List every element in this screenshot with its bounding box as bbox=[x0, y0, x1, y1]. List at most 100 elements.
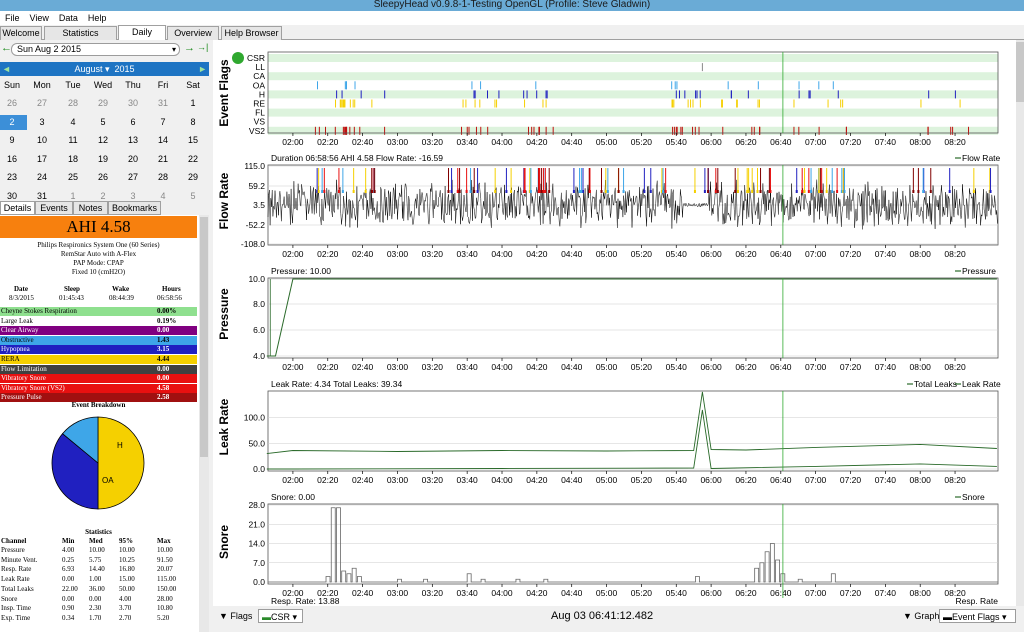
x-tick-label: 02:40 bbox=[352, 475, 374, 485]
calendar-day[interactable]: 5 bbox=[88, 115, 118, 130]
x-tick-label: 04:40 bbox=[561, 588, 583, 598]
calendar-day[interactable]: 26 bbox=[0, 96, 27, 111]
graph-scrollbar[interactable] bbox=[1016, 40, 1024, 606]
x-tick-label: 04:20 bbox=[526, 249, 548, 259]
event-row: Clear Airway 0.00 bbox=[0, 326, 197, 336]
x-tick-label: 02:20 bbox=[317, 362, 339, 372]
tab-statistics[interactable]: Statistics bbox=[44, 26, 117, 40]
calendar-day[interactable]: 7 bbox=[148, 115, 178, 130]
calendar-day[interactable]: 17 bbox=[27, 152, 57, 167]
dropdown-icon[interactable]: ▾ bbox=[172, 44, 176, 55]
menu-help[interactable]: Help bbox=[83, 11, 112, 25]
calendar-day[interactable]: 20 bbox=[118, 152, 148, 167]
calendar-day[interactable]: 15 bbox=[178, 133, 208, 148]
date-value: Sun Aug 2 2015 bbox=[17, 44, 82, 54]
calendar-day[interactable]: 4 bbox=[58, 115, 88, 130]
calendar-day[interactable]: 1 bbox=[178, 96, 208, 111]
leak-graph[interactable]: Leak Rate Leak Rate: 4.34 Total Leaks: 39… bbox=[213, 379, 1016, 489]
calendar-day[interactable]: 27 bbox=[118, 170, 148, 185]
graphs-toggle[interactable]: ▼ Graphs bbox=[903, 609, 944, 623]
tab-help-browser[interactable]: Help Browser bbox=[221, 26, 282, 40]
menu-data[interactable]: Data bbox=[54, 11, 83, 25]
calendar-day[interactable]: 31 bbox=[148, 96, 178, 111]
calendar-day[interactable]: 14 bbox=[148, 133, 178, 148]
calendar-day[interactable]: 16 bbox=[0, 152, 27, 167]
month-select[interactable]: August bbox=[74, 64, 102, 74]
tab-overview[interactable]: Overview bbox=[167, 26, 219, 40]
calendar-day[interactable]: 6 bbox=[118, 115, 148, 130]
next-month-icon[interactable]: ► bbox=[198, 62, 207, 76]
calendar-header: ◄ August ▾ 2015 ► bbox=[0, 62, 209, 76]
flow-graph[interactable]: Flow Rate Duration 06:58:56 AHI 4.58 Flow… bbox=[213, 153, 1016, 263]
calendar-day[interactable]: 13 bbox=[118, 133, 148, 148]
event-name: Hypopnea bbox=[1, 345, 30, 354]
stats-cell: 0.25 bbox=[62, 555, 75, 564]
calendar-day[interactable]: 26 bbox=[88, 170, 118, 185]
csr-select[interactable]: ▬CSR ▾ bbox=[258, 609, 303, 623]
flags-toggle[interactable]: ▼ Flags bbox=[219, 609, 252, 623]
pressure-graph[interactable]: Pressure Pressure: 10.00 Pressure 10.0 8.0 6.… bbox=[213, 266, 1016, 376]
weekday-fri: Fri bbox=[157, 80, 169, 90]
subtab-bookmarks[interactable]: Bookmarks bbox=[108, 201, 161, 215]
prev-month-icon[interactable]: ◄ bbox=[2, 62, 11, 76]
flow-event-marker-head bbox=[323, 190, 326, 193]
calendar-day[interactable]: 9 bbox=[0, 133, 27, 148]
year-value[interactable]: 2015 bbox=[115, 64, 135, 74]
x-tick-label: 06:00 bbox=[700, 137, 722, 147]
calendar-day[interactable]: 12 bbox=[88, 133, 118, 148]
flow-event-marker-head bbox=[469, 190, 472, 193]
flag-row-band bbox=[268, 72, 998, 81]
calendar-day[interactable]: 22 bbox=[178, 152, 208, 167]
calendar-day[interactable]: 21 bbox=[148, 152, 178, 167]
flow-event-marker-head bbox=[801, 190, 804, 193]
tab-daily[interactable]: Daily bbox=[118, 25, 166, 41]
scrollbar-thumb[interactable] bbox=[200, 217, 208, 457]
calendar-day[interactable]: 3 bbox=[27, 115, 57, 130]
calendar-day[interactable]: 2 bbox=[0, 114, 27, 130]
calendar-day[interactable]: 28 bbox=[58, 96, 88, 111]
subtab-details[interactable]: Details bbox=[0, 201, 35, 215]
graph-scrollbar-thumb[interactable] bbox=[1016, 42, 1024, 102]
ahi-banner: AHI 4.58 bbox=[0, 216, 197, 238]
calendar-day[interactable]: 30 bbox=[118, 96, 148, 111]
calendar-day[interactable]: 28 bbox=[148, 170, 178, 185]
snore-legend: Snore bbox=[962, 492, 985, 502]
date-field[interactable]: Sun Aug 2 2015 ▾ bbox=[11, 43, 180, 56]
next-day-arrow-icon[interactable]: → bbox=[184, 42, 195, 54]
stats-cell: 5.75 bbox=[89, 555, 102, 564]
event_flags-graph[interactable]: Event Flags CSR LL CA OA H RE FL VS VS2 02:00 02:20… bbox=[213, 50, 1016, 150]
x-tick-label: 02:00 bbox=[282, 475, 304, 485]
flow-event-marker-head bbox=[373, 190, 376, 193]
calendar-day[interactable]: 27 bbox=[27, 96, 57, 111]
flow-event-marker-head bbox=[529, 190, 532, 193]
menu-view[interactable]: View bbox=[25, 11, 54, 25]
stats-cell: 16.80 bbox=[119, 565, 135, 574]
subtab-notes[interactable]: Notes bbox=[73, 201, 108, 215]
calendar-day[interactable]: 25 bbox=[58, 170, 88, 185]
calendar-day[interactable]: 24 bbox=[27, 170, 57, 185]
calendar-day[interactable]: 8 bbox=[178, 115, 208, 130]
latest-day-icon[interactable]: →| bbox=[197, 42, 208, 52]
machine-mode: RemStar Auto with A-Flex bbox=[60, 250, 137, 258]
subtab-events[interactable]: Events bbox=[35, 201, 73, 215]
calendar-day[interactable]: 11 bbox=[58, 133, 88, 148]
event-value: 0.00 bbox=[157, 326, 170, 335]
plot-frame bbox=[267, 390, 999, 472]
calendar-day[interactable]: 29 bbox=[178, 170, 208, 185]
event-flags-select[interactable]: ▬Event Flags ▾ bbox=[939, 609, 1016, 623]
month-dropdown-icon[interactable]: ▾ bbox=[105, 64, 110, 74]
menu-file[interactable]: File bbox=[0, 11, 25, 25]
details-scrollbar[interactable] bbox=[199, 215, 209, 632]
x-tick-label: 05:40 bbox=[666, 475, 688, 485]
calendar-day[interactable]: 29 bbox=[88, 96, 118, 111]
tab-welcome[interactable]: Welcome bbox=[0, 26, 42, 40]
calendar-day[interactable]: 19 bbox=[88, 152, 118, 167]
calendar-day[interactable]: 18 bbox=[58, 152, 88, 167]
calendar-day[interactable]: 23 bbox=[0, 170, 27, 185]
y-tick-label: 0.0 bbox=[253, 464, 265, 474]
stats-cell: 0.00 bbox=[89, 594, 102, 603]
pin-icon[interactable] bbox=[232, 52, 244, 64]
snore-graph[interactable]: Snore Snore: 0.00 Snore 28.0 21.0 14.0 7.0 0.0 0… bbox=[213, 492, 1016, 606]
calendar-day[interactable]: 10 bbox=[27, 133, 57, 148]
event-name: Cheyne Stokes Respiration bbox=[1, 307, 77, 315]
